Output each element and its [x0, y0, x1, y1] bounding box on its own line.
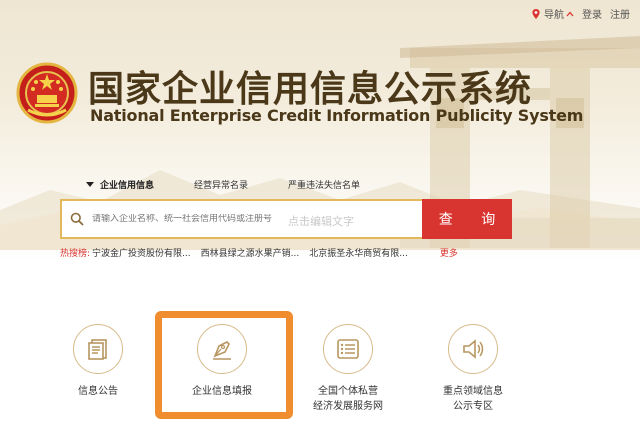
- tab-serious-violation-list[interactable]: 严重违法失信名单: [288, 178, 360, 191]
- tab-abnormal-operation-list[interactable]: 经营异常名录: [194, 178, 248, 191]
- service-icon-circle: [323, 324, 373, 374]
- service-private-economy-network[interactable]: 全国个体私营 经济发展服务网: [298, 324, 398, 414]
- service-shortcuts: 信息公告 企业信息填报 全国个体私营 经济发展服务网 重点领域信息 公示专区: [0, 318, 640, 433]
- pen-icon: [213, 341, 231, 360]
- service-label-line1: 企业信息填报: [192, 386, 252, 397]
- search-bar: 点击编辑文字 查 询: [60, 199, 512, 239]
- search-input-wrapper[interactable]: 点击编辑文字: [60, 199, 422, 239]
- tab-label: 经营异常名录: [194, 181, 249, 191]
- hot-search-bar: 热搜榜: 宁波金广投资股份有限... 西林县绿之源水果产销... 北京振圣永华商…: [60, 246, 458, 259]
- nav-menu[interactable]: 导航: [530, 6, 574, 21]
- hot-search-item[interactable]: 北京振圣永华商贸有限...: [309, 246, 408, 259]
- tab-label: 企业信用信息: [100, 181, 155, 191]
- top-utility-bar: 导航 登录 注册: [530, 6, 630, 21]
- hot-search-item[interactable]: 西林县绿之源水果产销...: [201, 246, 300, 259]
- document-icon: [88, 339, 107, 360]
- page-title-english: National Enterprise Credit Information P…: [90, 106, 584, 125]
- service-label: 信息公告: [78, 384, 118, 399]
- search-button[interactable]: 查 询: [422, 199, 512, 239]
- service-icon-circle: [448, 324, 498, 374]
- more-link[interactable]: 更多: [440, 246, 458, 259]
- edit-text-hint: 点击编辑文字: [288, 215, 354, 228]
- login-link[interactable]: 登录: [582, 6, 602, 21]
- service-info-announcement[interactable]: 信息公告: [48, 324, 148, 399]
- tab-enterprise-credit-info[interactable]: 企业信用信息: [86, 178, 154, 191]
- tab-label: 严重违法失信名单: [288, 181, 361, 191]
- national-emblem-icon: [16, 62, 78, 124]
- register-link[interactable]: 注册: [610, 6, 630, 21]
- page-title-chinese: 国家企业信用信息公示系统: [88, 68, 533, 110]
- service-label-line2: 经济发展服务网: [313, 401, 383, 412]
- service-label: 企业信息填报: [192, 384, 252, 399]
- chevron-up-icon: [566, 11, 574, 16]
- service-label-line1: 重点领域信息: [443, 386, 503, 397]
- search-input[interactable]: [92, 214, 292, 224]
- hot-search-item[interactable]: 宁波金广投资股份有限...: [92, 246, 191, 259]
- service-label: 重点领域信息 公示专区: [443, 384, 503, 414]
- service-icon-circle: [73, 324, 123, 374]
- service-enterprise-info-filing[interactable]: 企业信息填报: [172, 324, 272, 399]
- list-icon: [337, 339, 359, 359]
- service-label-line1: 信息公告: [78, 386, 118, 397]
- service-label-line2: 公示专区: [453, 401, 493, 412]
- speaker-icon: [463, 339, 484, 359]
- location-pin-icon: [532, 8, 540, 19]
- service-label-line1: 全国个体私营: [318, 386, 378, 397]
- service-icon-circle: [197, 324, 247, 374]
- hot-search-label: 热搜榜:: [60, 249, 91, 259]
- caret-down-icon: [86, 182, 94, 187]
- nav-label: 导航: [544, 10, 564, 21]
- service-key-area-publicity[interactable]: 重点领域信息 公示专区: [423, 324, 523, 414]
- search-category-tabs: 企业信用信息 经营异常名录 严重违法失信名单: [86, 178, 400, 191]
- search-icon: [70, 212, 84, 226]
- service-label: 全国个体私营 经济发展服务网: [313, 384, 383, 414]
